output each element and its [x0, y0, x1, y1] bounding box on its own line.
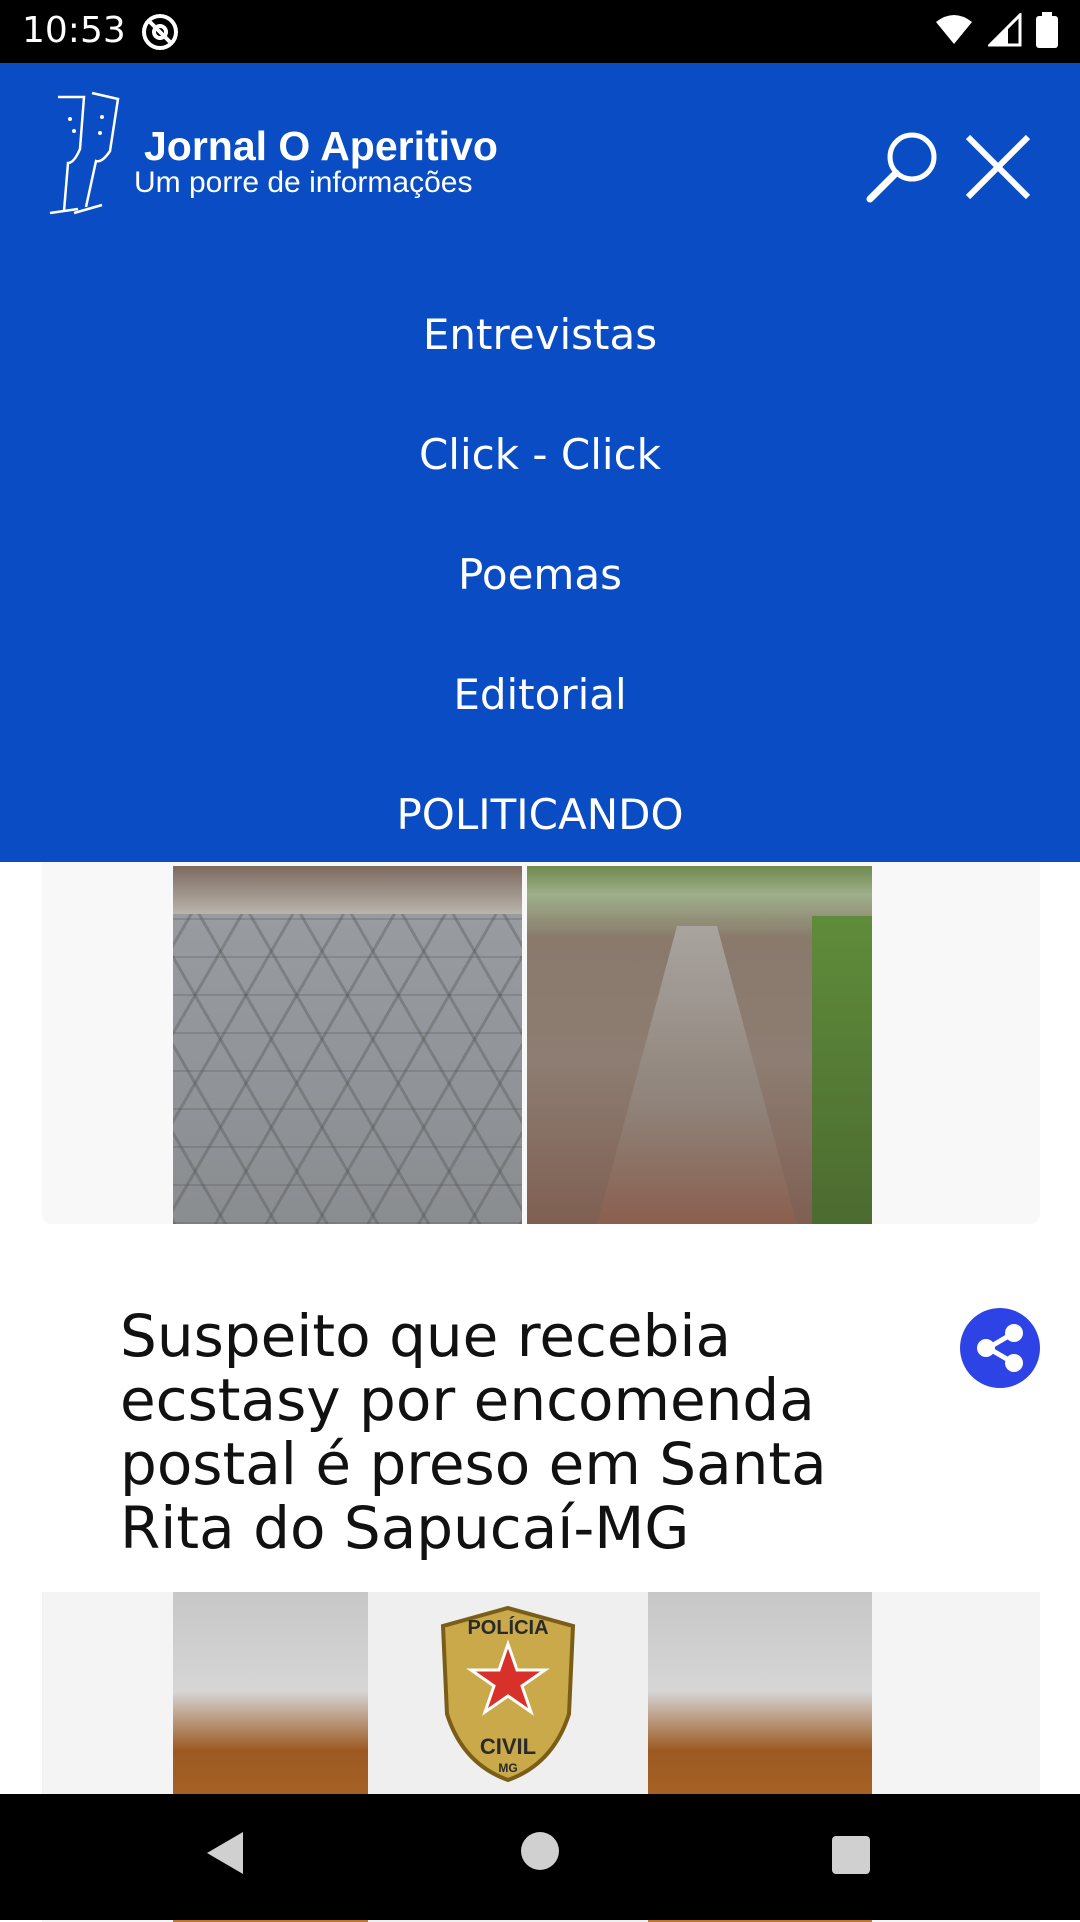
badge-text-state: MG [498, 1761, 517, 1775]
menu-item-editorial[interactable]: Editorial [0, 635, 1080, 755]
back-button[interactable] [205, 1830, 245, 1881]
badge-text-bottom: CIVIL [480, 1734, 536, 1759]
photo-grass [812, 916, 872, 1224]
close-icon [965, 134, 1031, 200]
photo-road [597, 926, 797, 1224]
system-navigation-bar [0, 1794, 1080, 1920]
share-icon [977, 1324, 1023, 1372]
wifi-icon [934, 14, 974, 51]
menu-item-entrevistas[interactable]: Entrevistas [0, 275, 1080, 395]
police-badge-icon: POLÍCIA CIVIL MG [440, 1605, 576, 1783]
article-title[interactable]: Suspeito que recebia ecstasy por encomen… [120, 1304, 950, 1560]
wet-street-photo [527, 866, 872, 1224]
status-bar: 10:53 [0, 0, 1080, 63]
article-image-card[interactable] [42, 862, 1040, 1224]
menu-item-poemas[interactable]: Poemas [0, 515, 1080, 635]
damaged-pavement-photo [173, 866, 522, 1224]
site-logo[interactable]: Jornal O Aperitivo Um porre de informaçõ… [40, 89, 560, 229]
menu-list: Entrevistas Click - Click Poemas Editori… [0, 275, 1080, 875]
site-title: Jornal O Aperitivo [144, 123, 498, 169]
champagne-glasses-icon [49, 91, 120, 215]
close-menu-button[interactable] [962, 131, 1034, 203]
search-button[interactable] [862, 125, 946, 209]
navigation-menu: Jornal O Aperitivo Um porre de informaçõ… [0, 63, 1080, 862]
recent-apps-button[interactable] [832, 1836, 870, 1874]
status-time: 10:53 [22, 10, 126, 51]
search-icon [866, 132, 937, 203]
at-sign-icon [140, 12, 180, 57]
share-button[interactable] [960, 1308, 1040, 1388]
menu-item-click-click[interactable]: Click - Click [0, 395, 1080, 515]
status-icons [934, 11, 1058, 53]
battery-icon [1036, 12, 1058, 53]
signal-icon [986, 11, 1022, 52]
site-tagline: Um porre de informações [134, 166, 473, 199]
home-button[interactable] [521, 1832, 559, 1870]
badge-text-top: POLÍCIA [467, 1616, 548, 1639]
back-icon [207, 1832, 243, 1874]
menu-item-politicando[interactable]: POLITICANDO [0, 755, 1080, 875]
